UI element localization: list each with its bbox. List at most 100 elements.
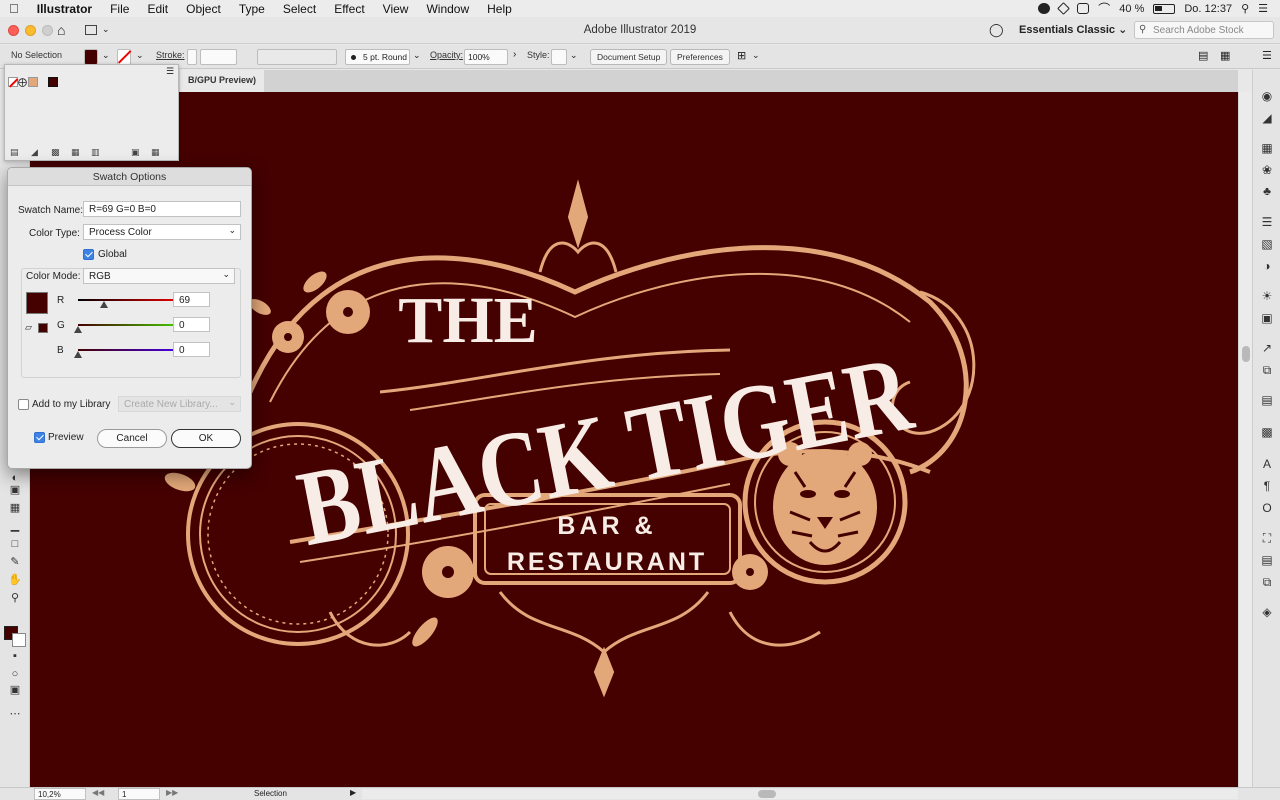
status-menu-icon[interactable]: ▶: [350, 788, 356, 797]
stroke-label[interactable]: Stroke:: [156, 50, 185, 60]
color-type-select[interactable]: Process Color ⌄: [83, 224, 241, 240]
stroke-swatch[interactable]: [117, 49, 132, 65]
ok-button[interactable]: OK: [171, 429, 241, 448]
scroll-thumb[interactable]: [1242, 346, 1250, 362]
library-select[interactable]: Create New Library... ⌄: [118, 396, 241, 412]
status-diamond-icon[interactable]: [1057, 2, 1071, 15]
status-box-icon[interactable]: [1077, 3, 1090, 14]
artboard-icon[interactable]: □: [8, 538, 22, 550]
more-tools-icon[interactable]: ⋯: [8, 708, 22, 720]
library-icon[interactable]: ▤: [10, 147, 19, 158]
battery-icon[interactable]: [1153, 3, 1176, 14]
layers-panel-icon[interactable]: ◈: [1260, 606, 1274, 619]
symbols-panel-icon[interactable]: ♣: [1260, 185, 1274, 198]
scroll-thumb[interactable]: [758, 790, 776, 798]
export-icon[interactable]: ↗: [1260, 342, 1274, 355]
brushes-panel-icon[interactable]: ❀: [1260, 164, 1274, 177]
channel-g-slider[interactable]: [78, 324, 174, 326]
appearance-panel-icon[interactable]: ☀: [1260, 290, 1274, 303]
horizontal-scrollbar[interactable]: [362, 789, 1238, 799]
global-checkbox[interactable]: [83, 249, 94, 260]
menu-view[interactable]: View: [374, 2, 418, 16]
transparency-panel-icon[interactable]: ◑: [1260, 260, 1274, 273]
opacity-field[interactable]: 100%: [464, 49, 508, 65]
channel-b-input[interactable]: 0: [173, 342, 210, 357]
menu-effect[interactable]: Effect: [325, 2, 373, 16]
prev-artboard-icon[interactable]: ◀◀: [92, 788, 104, 797]
hand-icon[interactable]: ✋: [8, 574, 22, 586]
menu-app-illustrator[interactable]: Illustrator: [28, 2, 101, 16]
screen-mode-icon[interactable]: ▣: [8, 684, 22, 696]
perspective-icon[interactable]: ▦: [8, 502, 22, 514]
brush-definition-dropdown[interactable]: 5 pt. Round: [345, 49, 410, 65]
pathfinder-panel-icon[interactable]: ⧉: [1260, 576, 1274, 589]
new-swatch-icon[interactable]: ▣: [131, 147, 140, 158]
lightbulb-icon[interactable]: ◯: [989, 22, 1004, 38]
shape-builder-icon[interactable]: ◐: [8, 472, 22, 484]
menu-file[interactable]: File: [101, 2, 138, 16]
opentype-panel-icon[interactable]: O: [1260, 502, 1274, 515]
current-tool-status[interactable]: Selection: [254, 789, 287, 798]
stroke-panel-icon[interactable]: ☰: [1260, 216, 1274, 229]
cancel-button[interactable]: Cancel: [97, 429, 167, 448]
color-guide-icon[interactable]: ◢: [1260, 112, 1274, 125]
show-kinds-icon[interactable]: ◢: [31, 147, 38, 158]
channel-b-thumb[interactable]: [74, 351, 82, 358]
preferences-button[interactable]: Preferences: [670, 49, 730, 65]
menu-select[interactable]: Select: [274, 2, 325, 16]
color-panel-icon[interactable]: ◉: [1260, 90, 1274, 103]
trash-icon[interactable]: ▦: [151, 147, 160, 158]
distribute-icon[interactable]: ▦: [1220, 49, 1230, 62]
zoom-icon[interactable]: ⚲: [8, 592, 22, 604]
channel-b-slider[interactable]: [78, 349, 174, 351]
web-safe-swatch[interactable]: [38, 323, 48, 333]
chevron-right-icon[interactable]: ›: [513, 49, 516, 60]
search-stock-input[interactable]: ⚲ Search Adobe Stock: [1134, 21, 1274, 39]
dark-red-swatch[interactable]: [48, 77, 58, 87]
menu-object[interactable]: Object: [177, 2, 230, 16]
panel-menu-icon[interactable]: ☰: [166, 66, 174, 77]
graph-icon[interactable]: ▁: [8, 520, 22, 532]
swatch-name-input[interactable]: R=69 G=0 B=0: [83, 201, 241, 217]
transform-panel-icon[interactable]: ⛶: [1260, 532, 1274, 545]
stroke-weight-stepper[interactable]: [187, 49, 197, 65]
panel-menu-icon[interactable]: ☰: [1262, 49, 1272, 62]
wifi-icon[interactable]: ⌒: [1098, 0, 1110, 17]
zoom-level[interactable]: 10,2%: [34, 788, 86, 800]
document-setup-button[interactable]: Document Setup: [590, 49, 668, 65]
clock[interactable]: Do. 12:37: [1184, 3, 1232, 15]
artboard-number[interactable]: 1: [118, 788, 160, 800]
channel-r-thumb[interactable]: [99, 301, 108, 308]
eyedropper-icon[interactable]: ✎: [8, 556, 22, 568]
draw-mode-icon[interactable]: ○: [8, 668, 22, 680]
align-panel-icon[interactable]: ▤: [1260, 554, 1274, 567]
align-icon[interactable]: ▤: [1198, 49, 1208, 62]
character-panel-icon[interactable]: A: [1260, 458, 1274, 471]
paragraph-panel-icon[interactable]: ¶: [1260, 480, 1274, 493]
opacity-label[interactable]: Opacity:: [430, 50, 463, 60]
document-tab[interactable]: B/GPU Preview): [180, 70, 265, 92]
links-panel-icon[interactable]: ▩: [1260, 426, 1274, 439]
new-color-group-icon[interactable]: ▥: [91, 147, 100, 158]
channel-r-slider[interactable]: [78, 299, 174, 301]
fill-swatch[interactable]: [84, 49, 98, 65]
menu-window[interactable]: Window: [417, 2, 478, 16]
chevron-down-icon[interactable]: ⌄: [102, 50, 110, 61]
chevron-down-icon[interactable]: ⌄: [752, 50, 760, 61]
chevron-down-icon[interactable]: ⌄: [570, 50, 578, 61]
menu-edit[interactable]: Edit: [138, 2, 177, 16]
stroke-weight-field[interactable]: [200, 49, 237, 65]
registration-swatch[interactable]: ⨁: [18, 77, 28, 87]
out-of-gamut-icon[interactable]: ▱: [25, 322, 32, 333]
next-artboard-icon[interactable]: ▶▶: [166, 788, 178, 797]
channel-g-thumb[interactable]: [74, 326, 82, 333]
gradient-panel-icon[interactable]: ▧: [1260, 238, 1274, 251]
arrange-icon[interactable]: ⊞: [737, 49, 746, 62]
libraries-icon[interactable]: ▤: [1260, 394, 1274, 407]
swatches-panel-icon[interactable]: ▦: [1260, 142, 1274, 155]
menu-help[interactable]: Help: [478, 2, 521, 16]
control-center-icon[interactable]: ☰: [1258, 2, 1268, 15]
apple-icon[interactable]: : [0, 1, 28, 16]
spotlight-icon[interactable]: ⚲: [1241, 2, 1249, 15]
artboards-panel-icon[interactable]: ⧉: [1260, 364, 1274, 377]
